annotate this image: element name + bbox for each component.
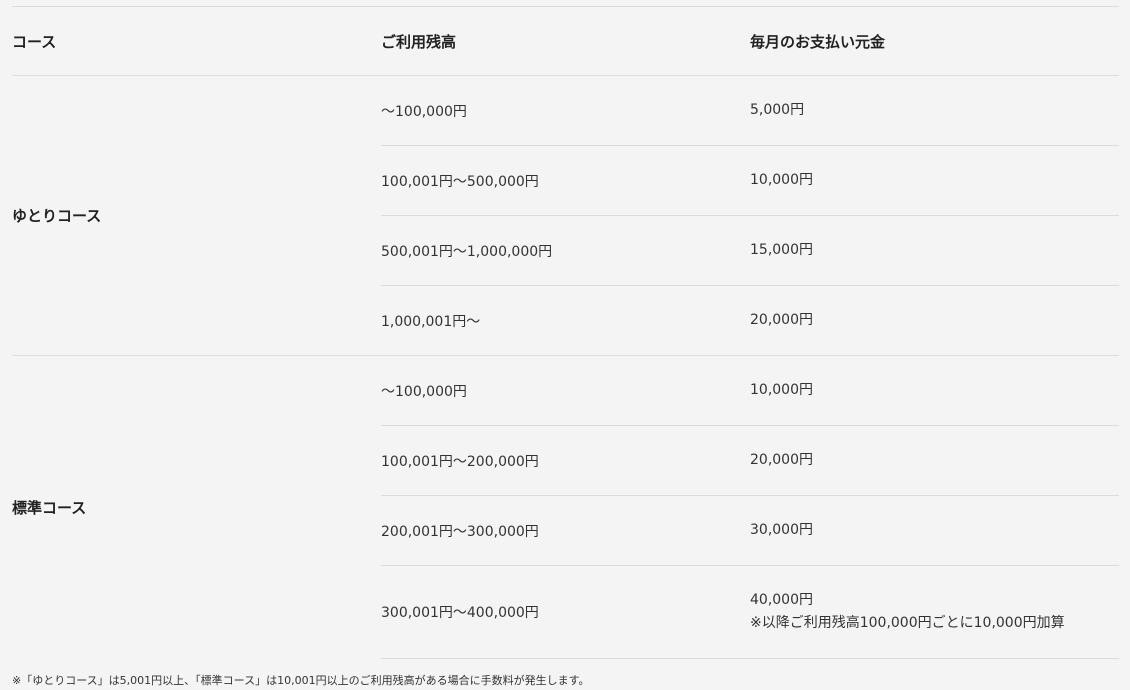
header-payment: 毎月のお支払い元金 (750, 6, 1119, 76)
payment-cell: 20,000円 (750, 285, 1119, 356)
fee-footnote: ※「ゆとりコース」は5,001円以上、「標準コース」は10,001円以上のご利用… (12, 674, 590, 687)
payment-cell: 10,000円 (750, 145, 1119, 216)
balance-cell: 200,001円～300,000円 (381, 495, 750, 566)
balance-cell: 100,001円～500,000円 (381, 145, 750, 216)
payment-cell: 40,000円 ※以降ご利用残高100,000円ごとに10,000円加算 (750, 565, 1119, 659)
payment-cell: 5,000円 (750, 75, 1119, 146)
payment-cell: 10,000円 (750, 355, 1119, 426)
header-course: コース (12, 6, 381, 76)
balance-cell: 100,001円～200,000円 (381, 425, 750, 496)
balance-cell: 300,001円～400,000円 (381, 565, 750, 659)
balance-cell: ～100,000円 (381, 75, 750, 146)
header-balance: ご利用残高 (381, 6, 750, 76)
payment-cell: 15,000円 (750, 215, 1119, 286)
payment-cell: 20,000円 (750, 425, 1119, 496)
course-name-yutori: ゆとりコース (12, 75, 381, 356)
course-payment-table: コース ご利用残高 毎月のお支払い元金 ゆとりコース ～100,000円 5,0… (12, 6, 1119, 659)
payment-cell: 30,000円 (750, 495, 1119, 566)
balance-cell: 500,001円～1,000,000円 (381, 215, 750, 286)
payment-value: 40,000円 (750, 592, 813, 608)
payment-note: ※以降ご利用残高100,000円ごとに10,000円加算 (750, 615, 1065, 631)
table-header-row: コース ご利用残高 毎月のお支払い元金 (12, 6, 1119, 76)
balance-cell: ～100,000円 (381, 355, 750, 426)
balance-cell: 1,000,001円～ (381, 285, 750, 356)
page: コース ご利用残高 毎月のお支払い元金 ゆとりコース ～100,000円 5,0… (0, 0, 1130, 690)
table-row: 標準コース ～100,000円 10,000円 (12, 355, 1119, 659)
course-name-standard: 標準コース (12, 355, 381, 659)
table-row: ゆとりコース ～100,000円 5,000円 (12, 75, 1119, 356)
